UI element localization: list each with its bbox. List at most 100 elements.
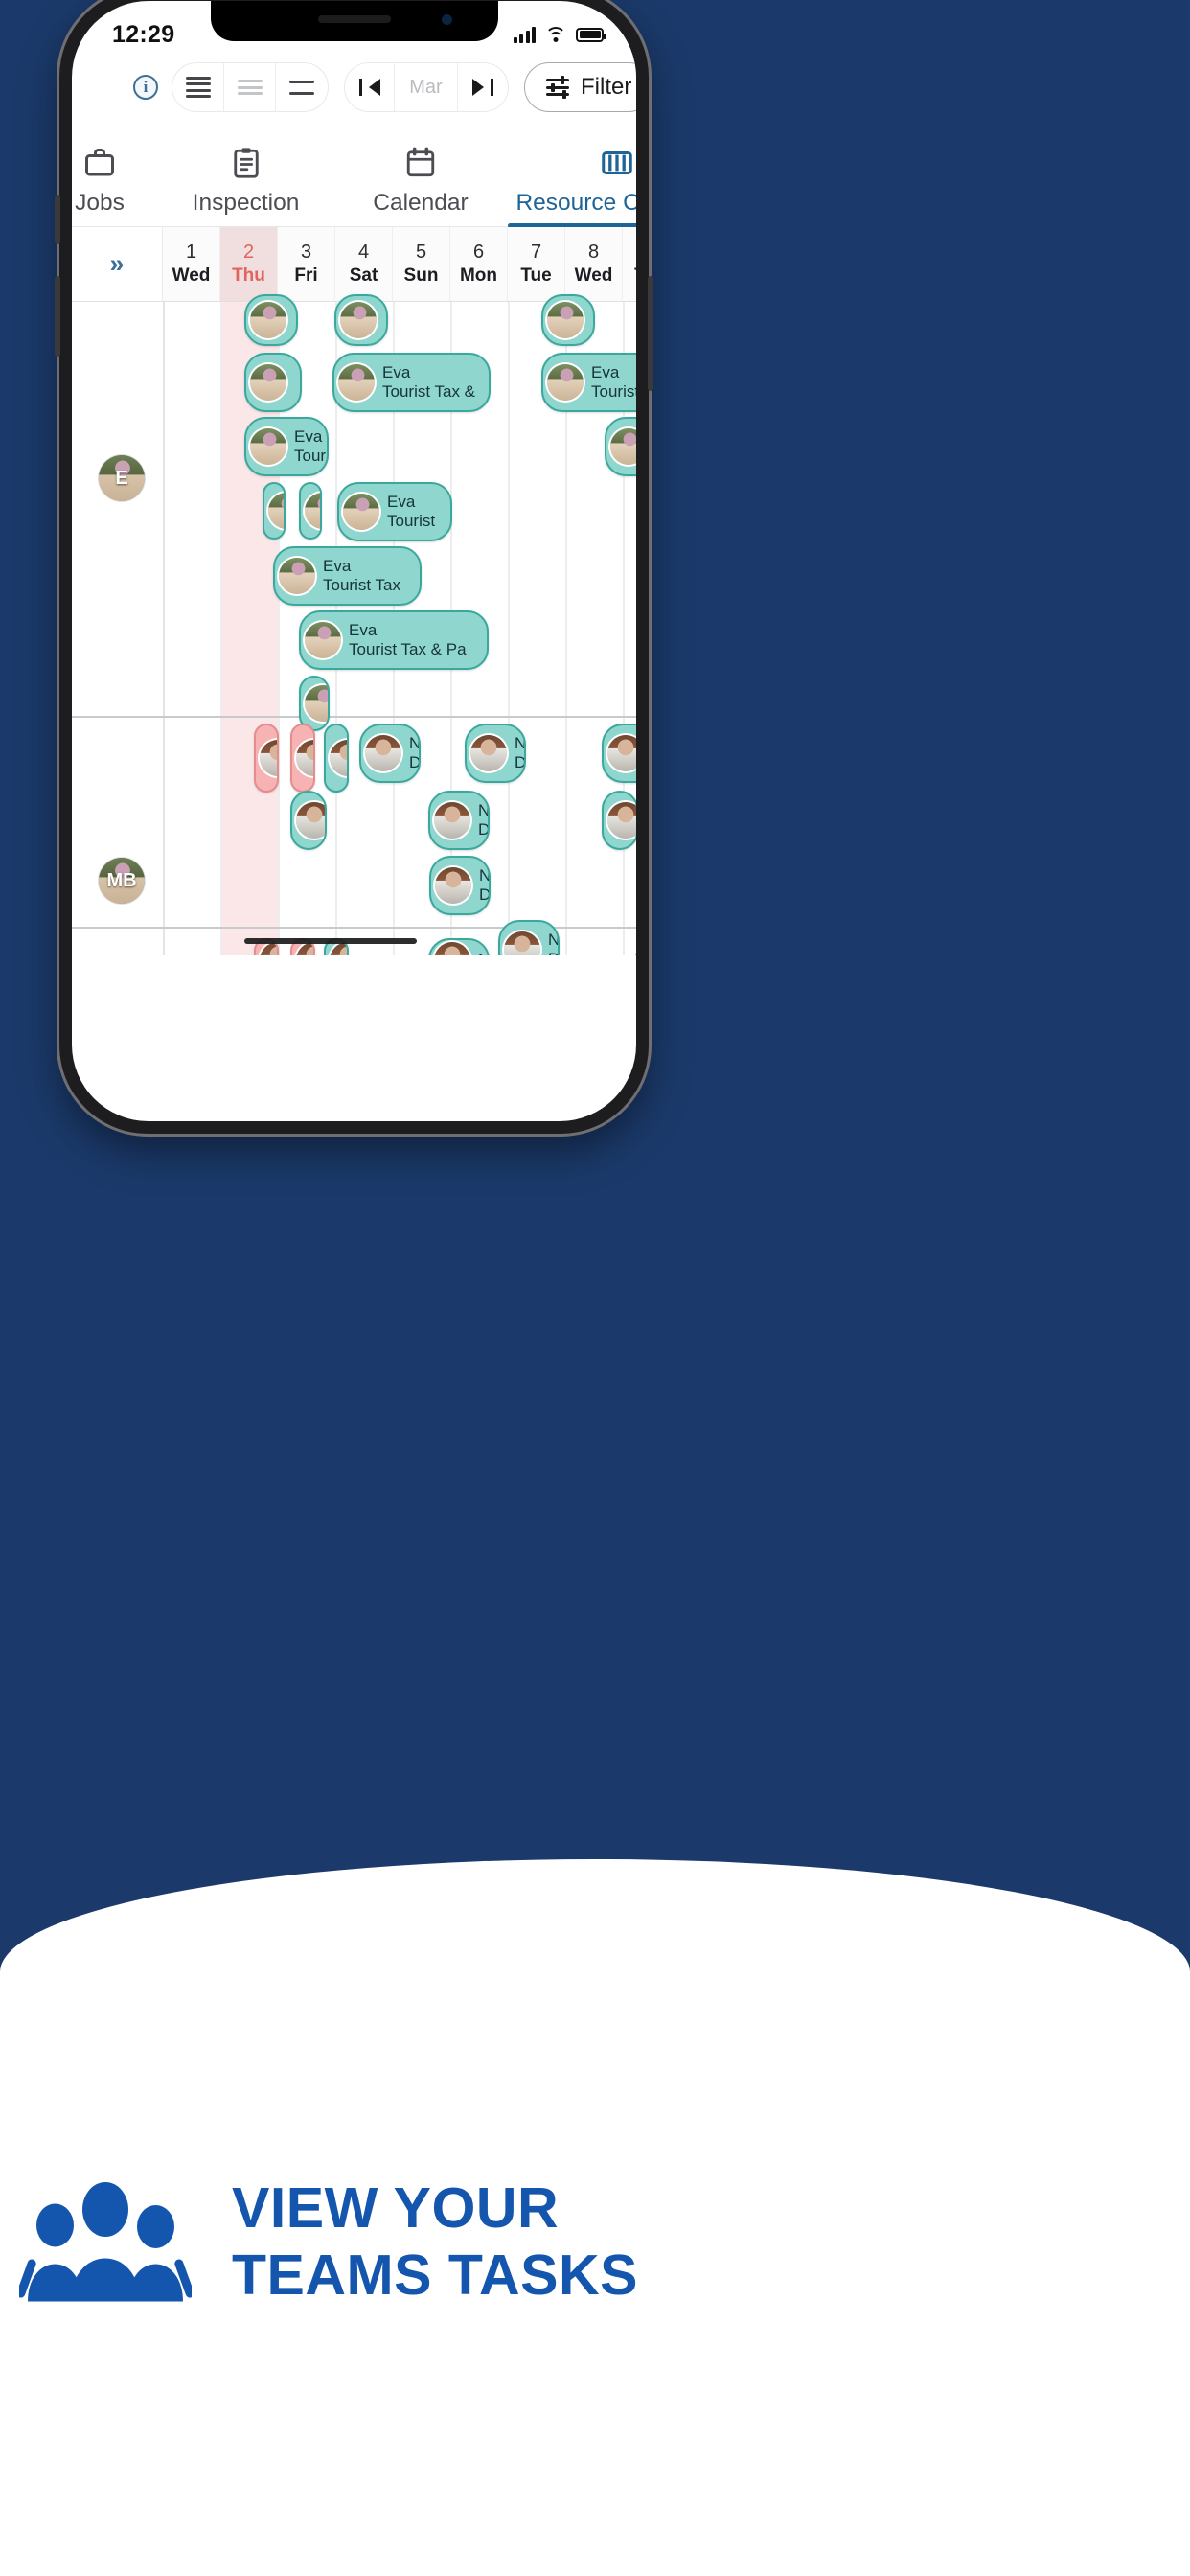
calendar-event-chip[interactable] (290, 791, 327, 850)
event-avatar (250, 302, 286, 338)
event-label: ND (515, 733, 526, 771)
event-avatar (279, 558, 315, 594)
phone-frame: 12:29 i Mar Filter Jobs Inspection Calen… (55, 0, 653, 1134)
app-toolbar: i Mar Filter (72, 55, 636, 124)
calendar-event-chip[interactable] (324, 724, 349, 793)
calendar-event-chip[interactable] (541, 294, 595, 346)
calendar-event-chip[interactable]: ND (428, 791, 490, 850)
cellular-signal-icon (513, 26, 536, 43)
phone-volume-button (55, 276, 60, 356)
tab-label: Calendar (373, 190, 469, 216)
tab-label: Jobs (75, 190, 125, 216)
event-avatar (343, 494, 379, 530)
day-column-header-2[interactable]: 2 Thu (220, 227, 278, 301)
day-column-header-7[interactable]: 7 Tue (508, 227, 565, 301)
calendar-event-chip[interactable]: ND (429, 856, 491, 915)
skip-next-icon[interactable] (458, 63, 508, 111)
day-column-header-3[interactable]: 3 Fri (278, 227, 335, 301)
horizontal-scrollbar[interactable] (244, 938, 417, 944)
phone-notch (210, 1, 498, 41)
event-label: ND (548, 930, 560, 955)
calendar-event-chip[interactable] (244, 353, 302, 412)
info-circle-icon[interactable]: i (133, 75, 158, 100)
columns-icon (600, 146, 634, 180)
density-compact-button[interactable] (172, 63, 224, 111)
event-avatar (260, 740, 277, 776)
chevron-double-right-icon[interactable]: » (72, 227, 163, 301)
event-avatar (330, 942, 347, 955)
calendar-event-chip[interactable]: N (428, 938, 490, 955)
density-medium-button[interactable] (224, 63, 276, 111)
calendar-event-chip[interactable]: Eva Tourist Tax (273, 546, 422, 606)
day-column-header-9[interactable]: 9Thu (623, 227, 636, 301)
calendar-event-chip[interactable]: ND (498, 920, 560, 955)
avatar-initials: E (115, 467, 128, 489)
tab-inspection[interactable]: Inspection (152, 146, 339, 226)
calendar-event-chip[interactable]: Eva Tourist Tax & (332, 353, 491, 412)
event-avatar (504, 932, 540, 955)
day-column-header-6[interactable]: 6 Mon (450, 227, 508, 301)
avatar-resource-mb[interactable]: MB (99, 858, 145, 904)
tab-resource-calendar[interactable]: Resource Calendar (502, 146, 636, 228)
calendar-event-chip[interactable]: Eva Tourist Tax & Pa (299, 610, 489, 670)
event-label: Eva Tourist Tax & Pa (349, 620, 467, 658)
event-label: ND (478, 800, 490, 839)
calendar-event-chip[interactable] (602, 791, 636, 850)
avatar-resource-eva[interactable]: E (99, 455, 145, 501)
sliders-filter-icon (546, 76, 569, 99)
day-column-header-4[interactable]: 4 Sat (335, 227, 393, 301)
event-label: Eva Tourist Tax & (382, 362, 476, 401)
event-label: ND (479, 865, 491, 904)
promo-caption: VIEW YOUR TEAMS TASKS (0, 2175, 1190, 2310)
calendar-event-chip[interactable]: Eva Tour (244, 417, 329, 476)
column-gridline (220, 302, 222, 955)
event-avatar (260, 942, 277, 955)
density-comfortable-button[interactable] (276, 63, 328, 111)
day-of-week: Fri (294, 265, 318, 286)
info-glyph: i (143, 78, 149, 96)
tab-calendar[interactable]: Calendar (339, 146, 502, 226)
calendar-event-chip[interactable] (635, 938, 636, 955)
resource-column-divider (163, 302, 165, 955)
event-avatar (305, 622, 341, 658)
date-navigation: Mar (344, 62, 509, 112)
current-month-label[interactable]: Mar (395, 63, 458, 111)
day-of-week: Wed (574, 265, 613, 286)
battery-full-icon (576, 27, 606, 42)
row-density-segmented-control (172, 62, 329, 112)
calendar-event-chip[interactable] (299, 482, 322, 540)
calendar-event-chip[interactable]: ND (359, 724, 421, 783)
calendar-event-chip[interactable]: ND (465, 724, 526, 783)
day-number: 8 (587, 242, 600, 263)
calendar-event-chip[interactable]: Eva Tourist (337, 482, 452, 541)
event-avatar (547, 364, 584, 401)
calendar-event-chip[interactable] (290, 724, 315, 793)
calendar-event-chip[interactable]: EvaTourist T (541, 353, 636, 412)
event-label: Eva Tour (294, 426, 327, 465)
skip-previous-icon[interactable] (345, 63, 395, 111)
day-number: 2 (242, 242, 255, 263)
calendar-event-chip[interactable] (244, 294, 298, 346)
day-number: 7 (530, 242, 542, 263)
clipboard-icon (229, 146, 263, 180)
calendar-event-chip[interactable] (254, 724, 279, 793)
filter-button[interactable]: Filter (524, 62, 636, 112)
calendar-event-chip[interactable] (263, 482, 286, 540)
day-column-header-8[interactable]: 8 Wed (565, 227, 623, 301)
calendar-event-chip[interactable]: ND (602, 724, 636, 783)
event-label: EvaTourist T (591, 362, 636, 401)
event-avatar (434, 802, 470, 839)
event-avatar (250, 364, 286, 401)
resource-calendar: » 1Wed2Thu3Fri4Sat5Sun6Mon7Tue8Wed9Thu10… (72, 227, 636, 955)
tab-jobs[interactable]: Jobs (72, 146, 152, 226)
main-tab-bar: Jobs Inspection Calendar Resource Calendar (72, 124, 636, 228)
calendar-event-chip[interactable]: EvTo (605, 417, 636, 476)
event-avatar (305, 493, 320, 529)
day-column-header-5[interactable]: 5 Sun (393, 227, 450, 301)
day-column-header-1[interactable]: 1 Wed (163, 227, 220, 301)
calendar-grid-body[interactable]: E MB EvaTourist Tax & EvaTourist T EvaTour Ev… (72, 294, 636, 955)
filter-button-label: Filter (581, 74, 632, 100)
event-avatar (330, 740, 347, 776)
calendar-event-chip[interactable] (334, 294, 388, 346)
caption-line-2: TEAMS TASKS (232, 2243, 638, 2307)
